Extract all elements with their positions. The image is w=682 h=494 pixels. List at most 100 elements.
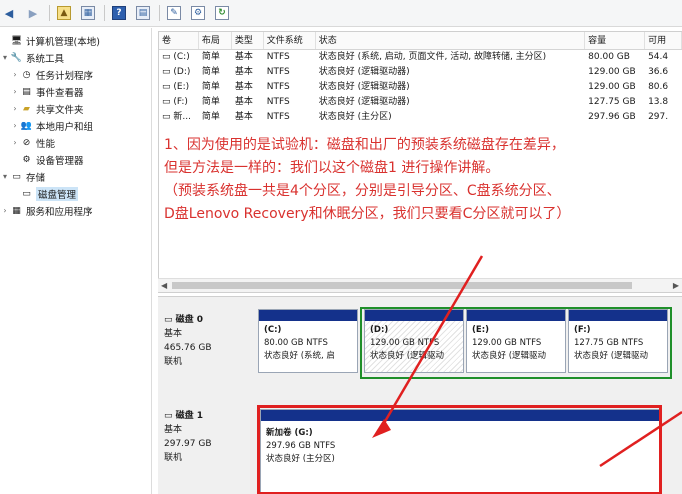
toolbar: ◀ ▶ ▲ ▦ ? ▤ ✎ ⚙ ↻ bbox=[0, 0, 682, 27]
disk-status: 联机 bbox=[164, 453, 183, 463]
refresh-icon[interactable]: ↻ bbox=[213, 4, 231, 22]
tree-item-system-tools[interactable]: ▾ 🔧 系统工具 bbox=[0, 49, 151, 66]
up-folder-icon[interactable]: ▲ bbox=[55, 4, 73, 22]
table-row[interactable]: ▭ (E:) 简单 基本 NTFS 状态良好 (逻辑驱动器) 129.00 GB… bbox=[159, 80, 682, 95]
expand-chevron-icon[interactable]: › bbox=[10, 87, 20, 96]
status-cell: 状态良好 (逻辑驱动器) bbox=[318, 67, 410, 77]
tree-item-disk-management[interactable]: ▭ 磁盘管理 bbox=[0, 185, 151, 202]
partition-size: 129.00 GB NTFS bbox=[370, 338, 440, 348]
status-cell: 状态良好 (主分区) bbox=[318, 112, 392, 122]
horizontal-scrollbar[interactable]: ◀ ▶ bbox=[158, 278, 682, 292]
disk-management-icon: ▭ bbox=[22, 188, 31, 199]
table-row[interactable]: ▭ 新... 简单 基本 NTFS 状态良好 (主分区) 297.96 GB 2… bbox=[159, 110, 682, 125]
scroll-right-icon[interactable]: ▶ bbox=[673, 281, 679, 290]
tree-item-services-applications[interactable]: › ▦ 服务和应用程序 bbox=[0, 202, 151, 219]
tree-item-performance[interactable]: › ⊘ 性能 bbox=[0, 134, 151, 151]
expand-chevron-icon[interactable]: › bbox=[10, 138, 20, 147]
drive-icon: ▭ bbox=[162, 82, 174, 92]
type-cell: 基本 bbox=[234, 67, 253, 77]
scrollbar-thumb[interactable] bbox=[172, 282, 632, 289]
tree-item-label: 本地用户和组 bbox=[36, 121, 94, 133]
device-manager-icon: ⚙ bbox=[22, 154, 31, 165]
tree-item-label: 存储 bbox=[26, 172, 46, 184]
free-cell: 13.8 bbox=[648, 97, 669, 107]
expand-chevron-icon[interactable]: › bbox=[10, 70, 20, 79]
show-hide-action-pane-icon[interactable]: ▤ bbox=[134, 4, 152, 22]
filesystem-cell: NTFS bbox=[266, 82, 290, 92]
column-header-status[interactable]: 状态 bbox=[316, 32, 586, 49]
annotation-line: （预装系统盘一共是4个分区，分别是引导分区、C盘系统分区、 bbox=[164, 183, 561, 199]
partition-bar bbox=[365, 310, 463, 321]
partition-f[interactable]: (F:) 127.75 GB NTFS 状态良好 (逻辑驱动 bbox=[568, 309, 668, 373]
volume-list-header: 卷 布局 类型 文件系统 状态 容量 可用 bbox=[159, 32, 682, 50]
tree-item-event-viewer[interactable]: › ▤ 事件查看器 bbox=[0, 83, 151, 100]
collapse-chevron-icon[interactable]: ▾ bbox=[0, 172, 10, 181]
filesystem-cell: NTFS bbox=[266, 52, 290, 62]
scroll-left-icon[interactable]: ◀ bbox=[161, 281, 167, 290]
column-header-free[interactable]: 可用 bbox=[645, 32, 682, 49]
users-icon: 👥 bbox=[20, 120, 33, 131]
disk-icon: ▭ bbox=[164, 411, 176, 421]
status-cell: 状态良好 (逻辑驱动器) bbox=[318, 97, 410, 107]
volume-cell: ▭ (E:) bbox=[162, 82, 190, 92]
column-header-volume[interactable]: 卷 bbox=[159, 32, 199, 49]
tree-item-label: 服务和应用程序 bbox=[26, 206, 93, 218]
disk-graphical-view: ▭ 磁盘 0 基本 465.76 GB 联机 (C:) 80.00 GB NTF… bbox=[158, 296, 682, 494]
tree-item-storage[interactable]: ▾ ▭ 存储 bbox=[0, 168, 151, 185]
tree-item-label: 系统工具 bbox=[26, 53, 65, 65]
help-icon[interactable]: ? bbox=[110, 4, 128, 22]
status-cell: 状态良好 (逻辑驱动器) bbox=[318, 82, 410, 92]
disk-size: 465.76 GB bbox=[164, 343, 212, 353]
type-cell: 基本 bbox=[234, 82, 253, 92]
disk-settings-icon[interactable]: ⚙ bbox=[189, 4, 207, 22]
partition-d[interactable]: (D:) 129.00 GB NTFS 状态良好 (逻辑驱动 bbox=[364, 309, 464, 373]
tree-item-local-users-groups[interactable]: › 👥 本地用户和组 bbox=[0, 117, 151, 134]
volume-cell: ▭ (F:) bbox=[162, 97, 188, 107]
capacity-cell: 80.00 GB bbox=[588, 52, 630, 62]
free-cell: 80.6 bbox=[648, 82, 669, 92]
free-cell: 54.4 bbox=[648, 52, 669, 62]
layout-cell: 简单 bbox=[201, 97, 220, 107]
tree-item-computer-management[interactable]: 🖥 计算机管理(本地) bbox=[0, 32, 151, 49]
column-header-type[interactable]: 类型 bbox=[232, 32, 264, 49]
partition-c[interactable]: (C:) 80.00 GB NTFS 状态良好 (系统, 启 bbox=[258, 309, 358, 373]
expand-chevron-icon[interactable]: › bbox=[0, 206, 10, 215]
partition-status: 状态良好 (逻辑驱动 bbox=[472, 351, 547, 361]
column-header-layout[interactable]: 布局 bbox=[199, 32, 232, 49]
tree-item-device-manager[interactable]: ⚙ 设备管理器 bbox=[0, 151, 151, 168]
disk-1-info[interactable]: ▭ 磁盘 1 基本 297.97 GB 联机 bbox=[160, 403, 254, 494]
drive-icon: ▭ bbox=[162, 67, 174, 77]
column-header-capacity[interactable]: 容量 bbox=[585, 32, 646, 49]
tree-item-label: 事件查看器 bbox=[36, 87, 84, 99]
volume-cell: ▭ (C:) bbox=[162, 52, 190, 62]
disk-icon: ▭ bbox=[164, 315, 176, 325]
disk-0-info[interactable]: ▭ 磁盘 0 基本 465.76 GB 联机 bbox=[160, 307, 254, 393]
tree-item-label: 任务计划程序 bbox=[36, 70, 94, 82]
tree-item-task-scheduler[interactable]: › ◷ 任务计划程序 bbox=[0, 66, 151, 83]
disk-name: 磁盘 1 bbox=[175, 411, 204, 421]
partition-e[interactable]: (E:) 129.00 GB NTFS 状态良好 (逻辑驱动 bbox=[466, 309, 566, 373]
collapse-chevron-icon[interactable]: ▾ bbox=[0, 53, 10, 62]
disk-status: 联机 bbox=[164, 357, 183, 367]
annotation-line: 1、因为使用的是试验机：磁盘和出厂的预装系统磁盘存在差异， bbox=[164, 137, 565, 153]
column-header-filesystem[interactable]: 文件系统 bbox=[264, 32, 316, 49]
toolbar-separator bbox=[159, 5, 160, 21]
tree-item-shared-folders[interactable]: › ▰ 共享文件夹 bbox=[0, 100, 151, 117]
expand-chevron-icon[interactable]: › bbox=[10, 104, 20, 113]
show-hide-tree-icon[interactable]: ▦ bbox=[79, 4, 97, 22]
type-cell: 基本 bbox=[234, 97, 253, 107]
properties-icon[interactable]: ✎ bbox=[165, 4, 183, 22]
expand-chevron-icon[interactable]: › bbox=[10, 121, 20, 130]
table-row[interactable]: ▭ (D:) 简单 基本 NTFS 状态良好 (逻辑驱动器) 129.00 GB… bbox=[159, 65, 682, 80]
type-cell: 基本 bbox=[234, 52, 253, 62]
table-row[interactable]: ▭ (C:) 简单 基本 NTFS 状态良好 (系统, 启动, 页面文件, 活动… bbox=[159, 50, 682, 65]
forward-arrow-icon[interactable]: ▶ bbox=[24, 4, 42, 22]
back-arrow-icon[interactable]: ◀ bbox=[0, 4, 18, 22]
disk-type: 基本 bbox=[164, 425, 183, 435]
partition-size: 80.00 GB NTFS bbox=[264, 338, 328, 348]
partition-label: (D:) bbox=[370, 325, 389, 335]
type-cell: 基本 bbox=[234, 112, 253, 122]
table-row[interactable]: ▭ (F:) 简单 基本 NTFS 状态良好 (逻辑驱动器) 127.75 GB… bbox=[159, 95, 682, 110]
partition-status: 状态良好 (系统, 启 bbox=[264, 351, 335, 361]
free-cell: 297. bbox=[648, 112, 669, 122]
